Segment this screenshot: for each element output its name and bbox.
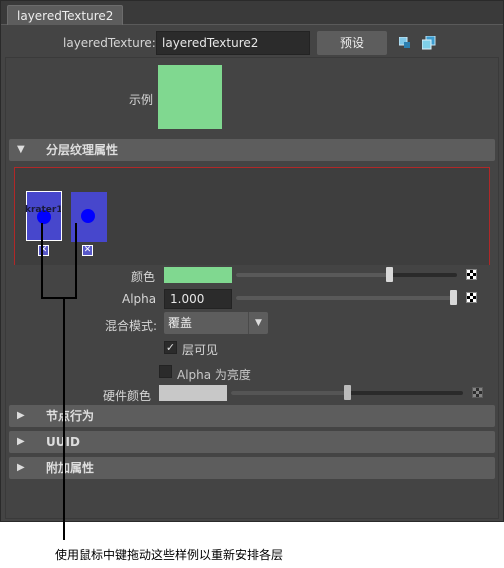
layer-visible-checkbox[interactable]: ✓ [164,341,177,354]
collapse-right-arrow-icon: ▶ [17,462,25,473]
preset-button[interactable]: 预设 [317,31,387,55]
node-header: layeredTexture: layeredTexture2 预设 [1,29,503,57]
collapse-down-arrow-icon: ▼ [17,144,25,155]
color-slider[interactable] [236,267,457,282]
layer-1-name: krater1 [25,205,61,215]
sample-swatch [158,65,222,129]
sample-label: 示例 [129,93,154,107]
blend-mode-value: 覆盖 [168,316,193,330]
callout-line-layer-2 [75,223,77,298]
blend-mode-label: 混合模式: [105,319,158,333]
alpha-texture-map-icon[interactable] [466,292,477,303]
color-swatch[interactable] [164,267,232,283]
callout-leader-line [63,297,65,540]
alpha-slider-fill [236,296,454,300]
layer-visible-label: 层可见 [182,343,219,357]
alpha-label: Alpha [122,292,157,306]
callout-line-layer-1 [41,223,43,298]
alpha-slider-thumb[interactable] [450,290,457,305]
alpha-slider[interactable] [236,290,457,305]
section-node-behavior[interactable]: ▶ 节点行为 [9,405,495,427]
focus-icon[interactable] [398,36,411,49]
node-type-label: layeredTexture: [63,36,156,50]
alpha-field[interactable]: 1.000 [164,289,232,309]
blend-mode-dropdown[interactable]: 覆盖 ▼ [164,312,268,334]
section-uuid[interactable]: ▶ UUID [9,431,495,453]
color-texture-map-icon[interactable] [466,269,477,280]
color-slider-fill [236,273,388,277]
alpha-is-luminance-checkbox[interactable] [159,365,172,378]
layer-swatch-1[interactable]: krater1 [25,191,62,241]
color-label: 颜色 [131,270,156,284]
section-title: 附加属性 [46,461,95,475]
node-name-field[interactable]: layeredTexture2 [156,31,310,55]
section-title: 分层纹理属性 [46,143,119,157]
alpha-is-luminance-label: Alpha 为亮度 [177,368,251,382]
annotation-caption: 使用鼠标中键拖动这些样例以重新安排各层 [55,548,284,562]
hardware-color-label: 硬件颜色 [103,389,152,403]
layer-2-delete-icon[interactable]: ✕ [82,245,93,256]
tab-bar: layeredTexture2 [1,1,503,25]
hardware-color-swatch[interactable] [159,385,227,401]
hardware-color-slider-thumb[interactable] [344,385,351,400]
color-slider-thumb[interactable] [386,267,393,282]
collapse-right-arrow-icon: ▶ [17,410,25,421]
section-extra-attributes[interactable]: ▶ 附加属性 [9,457,495,479]
callout-bracket [41,297,77,299]
hardware-color-slider[interactable] [231,385,463,400]
section-layered-texture-attributes[interactable]: ▼ 分层纹理属性 [9,139,495,161]
layer-2-dot-icon [81,209,95,223]
show-hide-icon[interactable] [421,35,436,50]
chevron-down-icon: ▼ [248,312,268,334]
hardware-color-map-icon[interactable] [472,387,483,398]
layer-1-delete-icon[interactable]: ✕ [38,245,49,256]
section-title: 节点行为 [46,409,95,423]
hardware-color-slider-fill [231,391,347,395]
collapse-right-arrow-icon: ▶ [17,436,25,447]
layer-swatch-area[interactable]: krater1 ✕ ✕ [14,167,490,265]
tab-layeredtexture2[interactable]: layeredTexture2 [7,5,124,25]
